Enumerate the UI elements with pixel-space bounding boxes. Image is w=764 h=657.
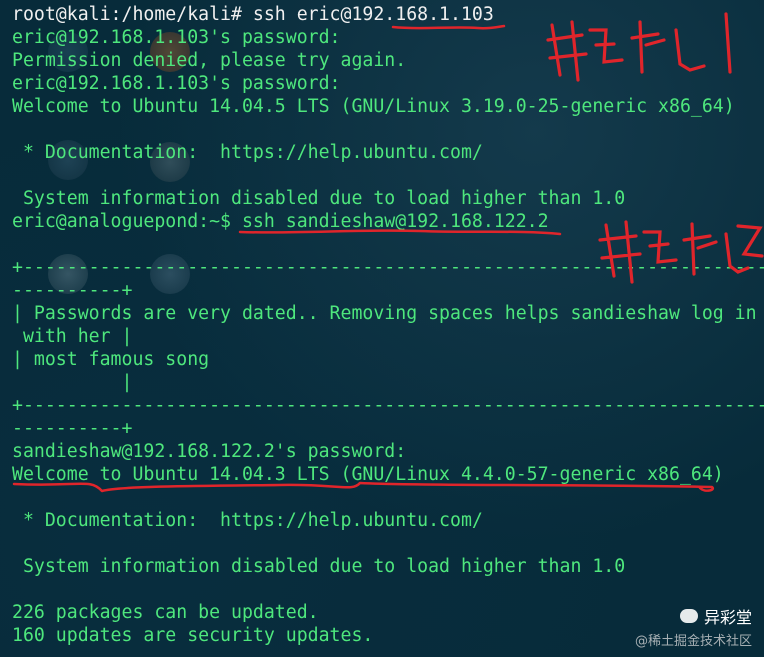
terminal-line: | Passwords are very dated.. Removing sp… xyxy=(12,303,757,324)
terminal-line: root@kali:/home/kali# ssh eric@192.168.1… xyxy=(12,4,494,25)
terminal-line: 160 updates are security updates. xyxy=(12,625,374,646)
terminal-line: eric@analoguepond:~$ ssh sandieshaw@192.… xyxy=(12,211,549,232)
terminal-line: | most famous song xyxy=(12,349,210,370)
terminal-line: eric@192.168.1.103's password: xyxy=(12,73,341,94)
terminal-line: eric@192.168.1.103's password: xyxy=(12,27,341,48)
terminal-line: ----------+ xyxy=(12,280,133,301)
terminal-line: * Documentation: https://help.ubuntu.com… xyxy=(12,510,483,531)
terminal-line: Welcome to Ubuntu 14.04.3 LTS (GNU/Linux… xyxy=(12,464,724,485)
terminal-line: System information disabled due to load … xyxy=(12,188,626,209)
terminal-line: Permission denied, please try again. xyxy=(12,50,407,71)
terminal-line: +---------------------------------------… xyxy=(12,257,764,278)
watermark-sub: @稀土掘金技术社区 xyxy=(634,634,752,649)
terminal-line: ----------+ xyxy=(12,418,133,439)
terminal-line: * Documentation: https://help.ubuntu.com… xyxy=(12,142,483,163)
terminal-line: sandieshaw@192.168.122.2's password: xyxy=(12,441,407,462)
wechat-icon xyxy=(679,609,698,623)
watermark: 异彩堂 @稀土掘金技术社区 xyxy=(635,604,752,649)
terminal-line: 226 packages can be updated. xyxy=(12,602,319,623)
terminal-line: Welcome to Ubuntu 14.04.5 LTS (GNU/Linux… xyxy=(12,96,735,117)
terminal-line: +---------------------------------------… xyxy=(12,395,764,416)
terminal-line: System information disabled due to load … xyxy=(12,556,626,577)
terminal-line: | xyxy=(12,372,133,393)
terminal-line: with her | xyxy=(12,326,133,347)
watermark-brand: 异彩堂 xyxy=(703,608,752,627)
terminal-window[interactable]: root@kali:/home/kali# ssh eric@192.168.1… xyxy=(12,0,764,657)
